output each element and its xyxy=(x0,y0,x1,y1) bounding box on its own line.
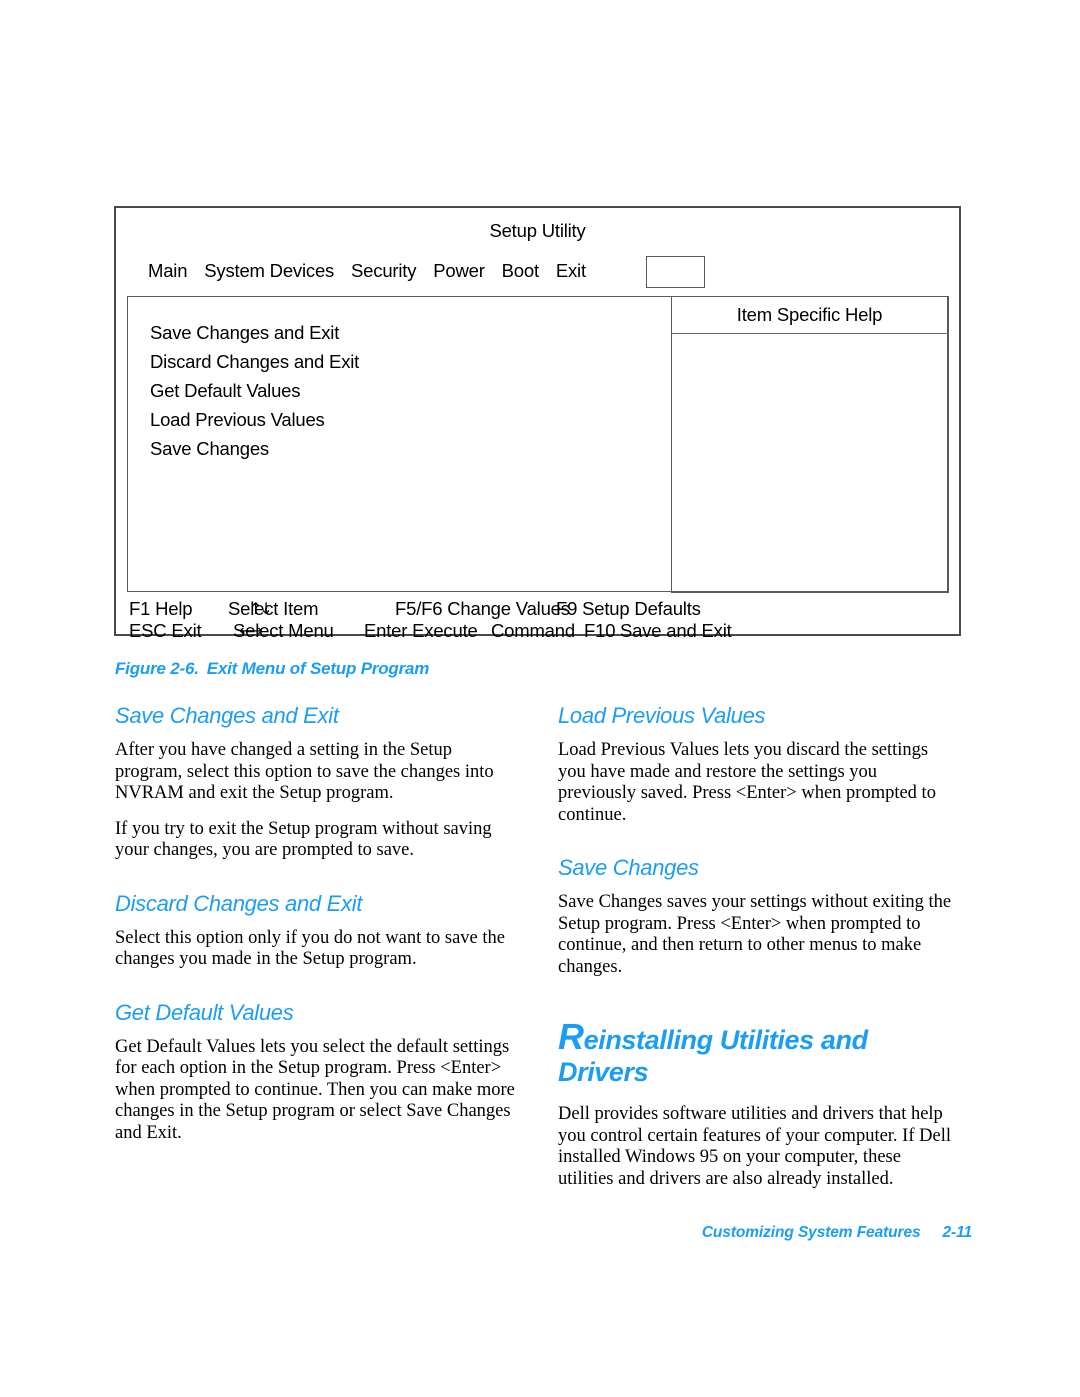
key-f9-setup-defaults: F9 Setup Defaults xyxy=(556,598,701,619)
key-command: Command xyxy=(491,620,575,641)
left-text-column: Save Changes and Exit After you have cha… xyxy=(115,703,515,1144)
bios-body-panel: Save Changes and Exit Discard Changes an… xyxy=(127,295,949,593)
item-specific-help-panel: Item Specific Help xyxy=(670,295,949,593)
menu-tab-boot[interactable]: Boot xyxy=(502,260,539,281)
key-save-and-exit: Save and Exit xyxy=(620,620,732,641)
menu-tab-security[interactable]: Security xyxy=(351,260,416,281)
figure-caption: Figure 2-6. Exit Menu of Setup Program xyxy=(115,659,429,679)
key-esc-exit: ESC Exit xyxy=(129,620,202,641)
menu-tab-exit[interactable]: Exit xyxy=(556,260,586,281)
reinstalling-utilities-section: Reinstalling Utilities and Drivers Dell … xyxy=(558,1019,958,1190)
paragraph-discard-changes-and-exit-1: Select this option only if you do not wa… xyxy=(115,927,505,970)
bios-option-get-default-values[interactable]: Get Default Values xyxy=(150,381,359,400)
setup-utility-title: Setup Utility xyxy=(489,220,586,241)
bios-option-save-changes-and-exit[interactable]: Save Changes and Exit xyxy=(150,323,359,342)
bios-option-save-changes[interactable]: Save Changes xyxy=(150,439,359,458)
bios-menu-bar: Main System Devices Security Power Boot … xyxy=(116,256,959,294)
footer-page-number: 2-11 xyxy=(942,1224,973,1241)
menu-tab-system-devices[interactable]: System Devices xyxy=(204,260,334,281)
paragraph-save-changes-and-exit-1: After you have changed a setting in the … xyxy=(115,740,494,803)
key-f1-help: F1 Help xyxy=(129,598,193,619)
item-specific-help-title: Item Specific Help xyxy=(671,297,948,334)
menu-tab-main[interactable]: Main xyxy=(148,260,188,281)
bios-setup-figure: Setup Utility Main System Devices Securi… xyxy=(114,206,961,641)
heading-discard-changes-and-exit: Discard Changes and Exit xyxy=(115,890,363,916)
left-right-arrow-icon: ←→ xyxy=(239,621,263,640)
heading-load-previous-values: Load Previous Values xyxy=(558,703,766,728)
right-text-column: Load Previous Values Load Previous Value… xyxy=(558,703,958,1190)
menu-tab-power[interactable]: Power xyxy=(433,260,485,281)
key-enter-execute: Enter Execute xyxy=(364,620,478,641)
bios-option-load-previous-values[interactable]: Load Previous Values xyxy=(150,410,359,429)
drop-cap-letter: R xyxy=(558,1016,584,1057)
key-f5-f6-change-values: F5/F6 Change Values xyxy=(395,598,570,619)
heading-rest-text: einstalling Utilities and Drivers xyxy=(558,1025,868,1087)
paragraph-get-default-values-1: Get Default Values lets you select the d… xyxy=(115,1036,515,1143)
heading-save-changes: Save Changes xyxy=(558,855,699,880)
menu-placeholder-box xyxy=(646,256,705,288)
bios-menu-tabs: Main System Devices Security Power Boot … xyxy=(148,260,586,282)
page-footer: Customizing System Features 2-11 xyxy=(0,1224,1080,1242)
paragraph-save-changes-and-exit-2: If you try to exit the Setup program wit… xyxy=(115,818,492,861)
paragraph-reinstalling-utilities-1: Dell provides software utilities and dri… xyxy=(558,1104,951,1189)
up-down-arrow-icon: ↑↓ xyxy=(249,599,273,618)
figure-caption-text: Exit Menu of Setup Program xyxy=(206,659,430,678)
figure-caption-label: Figure 2-6. xyxy=(115,659,199,678)
heading-save-changes-and-exit: Save Changes and Exit xyxy=(115,703,339,728)
key-f10: F10 xyxy=(584,620,616,641)
footer-chapter-title: Customizing System Features xyxy=(701,1224,921,1241)
heading-reinstalling-utilities-and-drivers: Reinstalling Utilities and Drivers xyxy=(558,1019,958,1088)
heading-get-default-values: Get Default Values xyxy=(115,999,294,1025)
paragraph-load-previous-values-1: Load Previous Values lets you discard th… xyxy=(558,740,936,825)
key-select-item: Select Item xyxy=(228,598,319,619)
bios-option-discard-changes-and-exit[interactable]: Discard Changes and Exit xyxy=(150,352,359,371)
bios-options-list: Save Changes and Exit Discard Changes an… xyxy=(150,323,359,468)
paragraph-save-changes-1: Save Changes saves your settings without… xyxy=(558,892,952,977)
